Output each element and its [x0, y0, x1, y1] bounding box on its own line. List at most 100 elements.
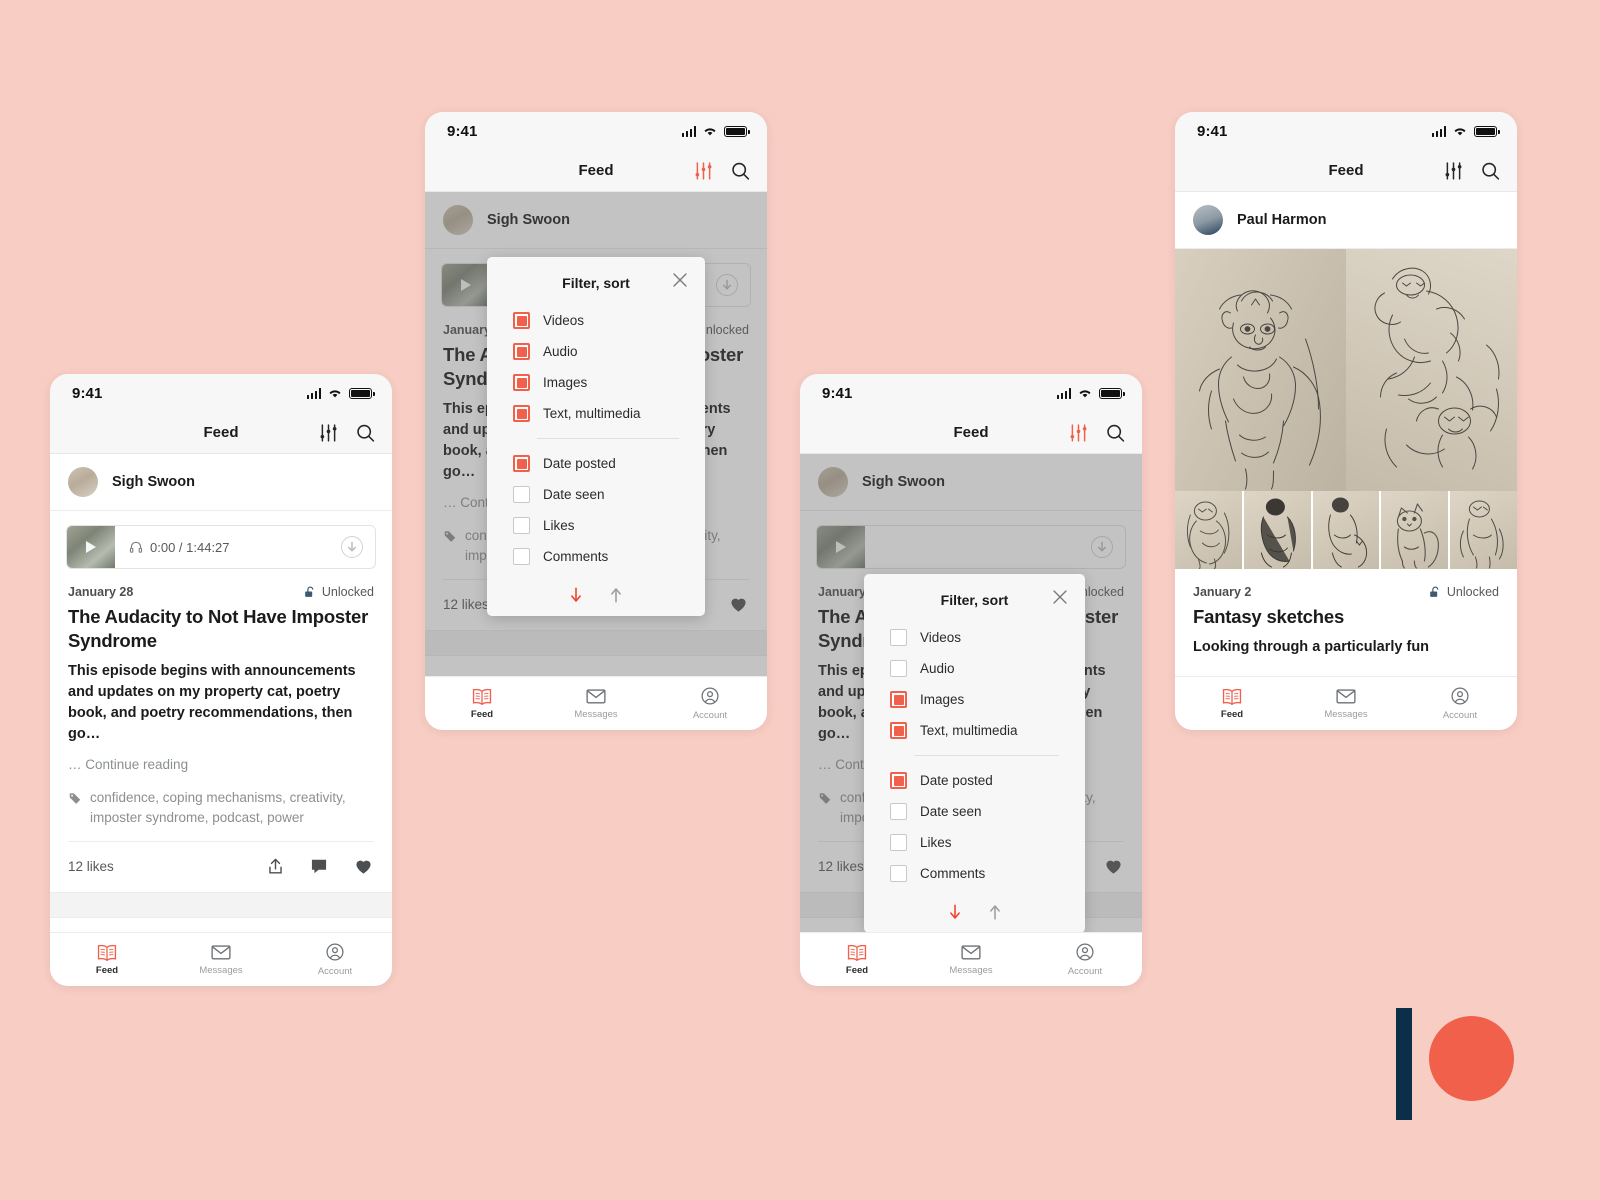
- filter-option-text-multimedia[interactable]: Text, multimedia: [864, 715, 1085, 746]
- search-icon[interactable]: [355, 422, 376, 443]
- filter-option-images[interactable]: Images: [487, 367, 705, 398]
- post-tags-text[interactable]: confidence, coping mechanisms, creativit…: [90, 788, 374, 827]
- thumbnail-3[interactable]: [1312, 491, 1380, 569]
- sort-option-date-posted[interactable]: Date posted: [487, 448, 705, 479]
- checkbox-date-posted[interactable]: [890, 772, 907, 789]
- checkbox-comments[interactable]: [513, 548, 530, 565]
- status-time: 9:41: [822, 384, 853, 402]
- phone-feed-images: 9:41 Feed Paul Harmon January 2 Unlocked…: [1175, 112, 1517, 730]
- filter-option-videos[interactable]: Videos: [487, 305, 705, 336]
- sketch-figure-cat-thumb: [1327, 497, 1367, 568]
- checkbox-date-posted[interactable]: [513, 455, 530, 472]
- audio-player[interactable]: 0:00 / 1:44:27: [66, 525, 376, 569]
- tab-account[interactable]: Account: [1403, 686, 1517, 721]
- search-icon[interactable]: [1480, 160, 1501, 181]
- thumbnail-2[interactable]: [1243, 491, 1311, 569]
- tab-feed[interactable]: Feed: [800, 943, 914, 976]
- status-icons: [1431, 125, 1500, 137]
- post-thumbnail-strip[interactable]: [1175, 491, 1517, 569]
- checkbox-date-seen[interactable]: [513, 486, 530, 503]
- checkbox-videos[interactable]: [513, 312, 530, 329]
- arrow-down-icon[interactable]: [567, 584, 585, 606]
- post-title[interactable]: Fantasy sketches: [1175, 599, 1517, 629]
- sliders-icon[interactable]: [693, 160, 714, 181]
- status-bar: 9:41: [1175, 112, 1517, 150]
- sliders-icon[interactable]: [1068, 422, 1089, 443]
- arrow-up-icon[interactable]: [607, 584, 625, 606]
- tab-messages[interactable]: Messages: [539, 687, 653, 720]
- nav-actions: [1068, 422, 1126, 443]
- lock-status-label: Unlocked: [1446, 585, 1499, 599]
- sort-option-date-seen[interactable]: Date seen: [487, 479, 705, 510]
- tab-feed[interactable]: Feed: [1175, 687, 1289, 720]
- checkbox-likes[interactable]: [513, 517, 530, 534]
- sort-option-comments[interactable]: Comments: [487, 541, 705, 572]
- sort-option-comments[interactable]: Comments: [864, 858, 1085, 889]
- checkbox-likes[interactable]: [890, 834, 907, 851]
- post-hero-image[interactable]: [1175, 249, 1517, 491]
- thumbnail-1[interactable]: [1175, 491, 1242, 569]
- checkbox-text-multimedia[interactable]: [513, 405, 530, 422]
- share-icon[interactable]: [266, 857, 285, 876]
- sliders-icon[interactable]: [318, 422, 339, 443]
- filter-option-audio[interactable]: Audio: [864, 653, 1085, 684]
- avatar[interactable]: [1193, 205, 1223, 235]
- post-body: Looking through a particularly fun: [1193, 639, 1430, 656]
- thumbnail-5[interactable]: [1450, 491, 1517, 569]
- dialog-header: Filter, sort: [487, 271, 705, 305]
- tab-account[interactable]: Account: [653, 686, 767, 721]
- filter-sort-dialog: Filter, sort Videos Audio Images Text, m…: [487, 257, 705, 616]
- close-icon[interactable]: [671, 271, 689, 289]
- thumbnail-4[interactable]: [1381, 491, 1449, 569]
- checkbox-images[interactable]: [890, 691, 907, 708]
- sort-option-likes[interactable]: Likes: [864, 827, 1085, 858]
- post-title[interactable]: The Audacity to Not Have Imposter Syndro…: [50, 599, 392, 653]
- filter-option-text-multimedia[interactable]: Text, multimedia: [487, 398, 705, 429]
- continue-reading-link[interactable]: … Continue reading: [50, 745, 392, 772]
- avatar[interactable]: [68, 467, 98, 497]
- sort-option-date-posted[interactable]: Date posted: [864, 765, 1085, 796]
- tab-feed[interactable]: Feed: [50, 943, 164, 976]
- arrow-up-icon[interactable]: [986, 901, 1004, 923]
- checkbox-images[interactable]: [513, 374, 530, 391]
- post-author-row[interactable]: Sigh Swoon: [50, 454, 392, 511]
- tab-messages[interactable]: Messages: [1289, 687, 1403, 720]
- cellular-signal-icon: [1056, 388, 1071, 399]
- arrow-down-icon[interactable]: [946, 901, 964, 923]
- play-icon[interactable]: [86, 541, 96, 553]
- search-icon[interactable]: [730, 160, 751, 181]
- tab-messages[interactable]: Messages: [914, 943, 1028, 976]
- status-time: 9:41: [1197, 122, 1228, 140]
- tab-messages[interactable]: Messages: [164, 943, 278, 976]
- checkbox-audio[interactable]: [890, 660, 907, 677]
- close-icon[interactable]: [1051, 588, 1069, 606]
- sort-option-date-seen[interactable]: Date seen: [864, 796, 1085, 827]
- filter-option-videos[interactable]: Videos: [864, 622, 1085, 653]
- tab-feed[interactable]: Feed: [425, 687, 539, 720]
- phone-filter-all-checked: 9:41 Feed Sigh Swoon January 28 Unlocked…: [425, 112, 767, 730]
- player-thumbnail[interactable]: [67, 526, 115, 568]
- post-action-icons: [266, 856, 374, 876]
- tab-account[interactable]: Account: [1028, 942, 1142, 977]
- tab-account[interactable]: Account: [278, 942, 392, 977]
- filter-option-audio[interactable]: Audio: [487, 336, 705, 367]
- sort-option-likes[interactable]: Likes: [487, 510, 705, 541]
- checkbox-date-seen[interactable]: [890, 803, 907, 820]
- search-icon[interactable]: [1105, 422, 1126, 443]
- checkbox-videos[interactable]: [890, 629, 907, 646]
- comment-icon[interactable]: [309, 856, 329, 876]
- checkbox-text-multimedia[interactable]: [890, 722, 907, 739]
- author-name: Paul Harmon: [1237, 212, 1327, 228]
- wifi-icon: [1454, 128, 1466, 136]
- nav-actions: [1443, 160, 1501, 181]
- post-author-row[interactable]: Paul Harmon: [1175, 192, 1517, 249]
- status-icons: [681, 125, 750, 137]
- filter-option-images[interactable]: Images: [864, 684, 1085, 715]
- heart-icon[interactable]: [353, 856, 374, 876]
- sliders-icon[interactable]: [1443, 160, 1464, 181]
- phone-feed-default: 9:41 Feed Sigh Swoon 0:00 / 1:44:27 Janu…: [50, 374, 392, 986]
- checkbox-audio[interactable]: [513, 343, 530, 360]
- checkbox-comments[interactable]: [890, 865, 907, 882]
- download-icon[interactable]: [341, 536, 363, 558]
- tab-feed-label: Feed: [470, 709, 494, 720]
